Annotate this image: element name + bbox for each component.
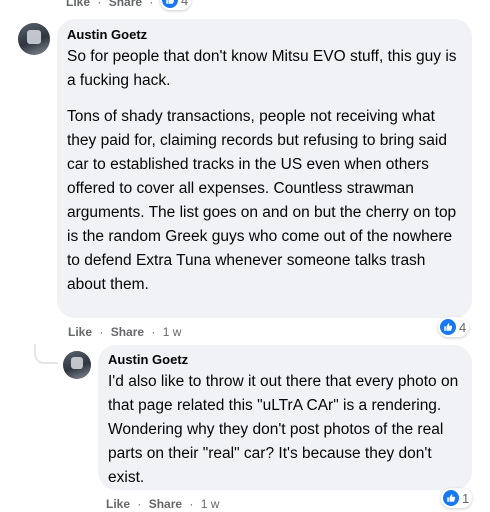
thumbs-up-icon <box>443 490 459 506</box>
comment-actions: Like · Share · 1 w <box>68 325 181 339</box>
reply-bubble: Austin Goetz I'd also like to throw it o… <box>98 345 472 490</box>
separator: · <box>137 497 142 511</box>
separator: · <box>189 497 194 511</box>
reaction-count: 4 <box>459 319 467 335</box>
comment-paragraph: Tons of shady transactions, people not r… <box>67 108 457 293</box>
comment-author[interactable]: Austin Goetz <box>67 27 460 43</box>
reaction-count: 1 <box>462 490 470 506</box>
reaction-badge[interactable]: 1 <box>441 488 473 508</box>
separator: · <box>151 325 156 339</box>
separator: · <box>97 0 102 9</box>
timestamp[interactable]: 1 w <box>163 325 182 339</box>
thread-connector <box>34 344 58 364</box>
share-link[interactable]: Share <box>109 0 142 9</box>
like-link[interactable]: Like <box>66 0 90 9</box>
share-link[interactable]: Share <box>149 497 182 511</box>
reply-actions: Like · Share · 1 w <box>106 497 219 511</box>
comment-thread: Like · Share · 1 w 4 Austin Goetz So for… <box>0 0 490 512</box>
reaction-count: 4 <box>181 0 189 8</box>
prev-reaction-badge[interactable]: 4 <box>160 0 192 10</box>
share-link[interactable]: Share <box>111 325 144 339</box>
comment-bubble: Austin Goetz So for people that don't kn… <box>57 19 472 318</box>
comment-paragraph: So for people that don't know Mitsu EVO … <box>67 48 457 89</box>
reaction-badge[interactable]: 4 <box>438 317 470 337</box>
timestamp[interactable]: 1 w <box>201 497 220 511</box>
thumbs-up-icon <box>440 319 456 335</box>
separator: · <box>149 0 154 9</box>
reply-text: I'd also like to throw it out there that… <box>108 373 459 486</box>
separator: · <box>99 325 104 339</box>
like-link[interactable]: Like <box>106 497 130 511</box>
avatar[interactable] <box>63 351 91 379</box>
thumbs-up-icon <box>162 0 178 8</box>
like-link[interactable]: Like <box>68 325 92 339</box>
avatar[interactable] <box>18 23 50 55</box>
reply-author[interactable]: Austin Goetz <box>108 352 462 368</box>
